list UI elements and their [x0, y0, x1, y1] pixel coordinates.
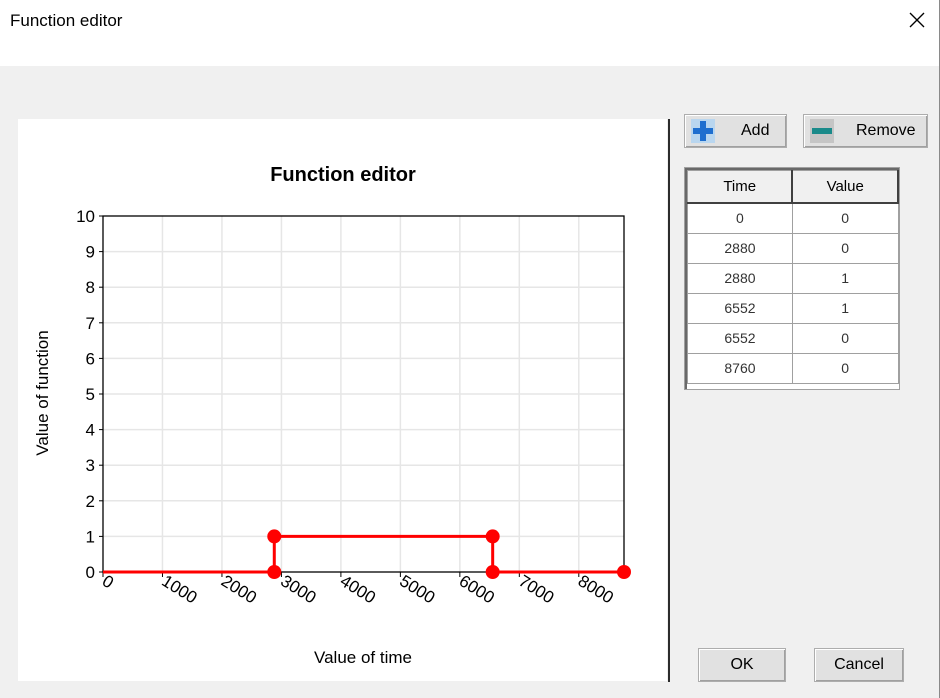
table-row[interactable]: 8760 0 — [687, 352, 899, 384]
panel-divider — [668, 119, 670, 682]
time-cell[interactable]: 2880 — [687, 232, 793, 264]
value-cell[interactable]: 0 — [791, 352, 899, 384]
y-tick-label: 2 — [86, 492, 95, 511]
cancel-button-label: Cancel — [834, 656, 884, 673]
column-header-value[interactable]: Value — [791, 170, 899, 204]
data-point — [485, 565, 500, 579]
function-chart: Function editor Value of time Value of f… — [33, 164, 631, 667]
header-strip — [0, 42, 940, 66]
value-cell[interactable]: 1 — [791, 262, 899, 294]
cancel-button[interactable]: Cancel — [814, 648, 904, 682]
x-tick-label: 2000 — [218, 571, 260, 607]
x-tick-label: 8000 — [575, 571, 617, 607]
data-point — [617, 565, 631, 579]
column-header-time[interactable]: Time — [687, 170, 794, 204]
y-tick-label: 4 — [86, 421, 95, 440]
close-icon — [909, 12, 925, 28]
time-cell[interactable]: 8760 — [687, 352, 793, 384]
title-bar: Function editor — [0, 0, 940, 42]
chart-axes — [99, 215, 625, 577]
chart-grid — [103, 216, 624, 572]
y-tick-label: 0 — [86, 563, 95, 582]
y-tick-label: 5 — [86, 385, 95, 404]
x-tick-labels: 0 1000 2000 3000 4000 5000 6000 7000 8000 — [99, 571, 617, 607]
value-cell[interactable]: 0 — [791, 322, 899, 354]
x-tick-label: 7000 — [515, 571, 557, 607]
remove-button[interactable]: Remove — [803, 114, 928, 148]
table-row[interactable]: 6552 0 — [687, 322, 899, 354]
series-line — [103, 534, 624, 574]
ok-button-label: OK — [730, 656, 754, 673]
y-tick-label: 9 — [86, 243, 95, 262]
y-tick-label: 8 — [86, 278, 95, 297]
data-point — [267, 565, 282, 579]
table-row[interactable]: 0 0 — [687, 202, 899, 234]
chart-title: Function editor — [270, 164, 416, 186]
table-row[interactable]: 6552 1 — [687, 292, 899, 324]
x-tick-label: 4000 — [337, 571, 379, 607]
chart-panel: Function editor Value of time Value of f… — [18, 119, 667, 681]
table-row[interactable]: 2880 1 — [687, 262, 899, 294]
value-cell[interactable]: 1 — [791, 292, 899, 324]
y-tick-label: 7 — [86, 314, 95, 333]
value-cell[interactable]: 0 — [791, 202, 899, 234]
time-cell[interactable]: 6552 — [687, 292, 793, 324]
value-cell[interactable]: 0 — [791, 232, 899, 264]
data-point — [267, 529, 282, 544]
time-cell[interactable]: 0 — [687, 202, 793, 234]
y-tick-label: 3 — [86, 456, 95, 475]
x-tick-label: 5000 — [396, 571, 438, 607]
x-tick-label: 3000 — [277, 571, 319, 607]
window-title: Function editor — [10, 11, 123, 30]
time-cell[interactable]: 2880 — [687, 262, 793, 294]
y-tick-label: 6 — [86, 349, 95, 368]
time-cell[interactable]: 6552 — [687, 322, 793, 354]
add-button[interactable]: Add — [684, 114, 787, 148]
plus-icon — [691, 119, 715, 143]
ok-button[interactable]: OK — [698, 648, 786, 682]
x-axis-label: Value of time — [314, 648, 412, 667]
data-grid[interactable]: Time Value 0 0 2880 0 2880 1 6552 1 6552 — [684, 167, 900, 390]
x-tick-label: 1000 — [158, 571, 200, 607]
table-row[interactable]: 2880 0 — [687, 232, 899, 264]
close-button[interactable] — [894, 0, 940, 40]
x-tick-label: 0 — [99, 571, 117, 592]
y-tick-label: 10 — [76, 207, 95, 226]
data-point — [485, 529, 500, 544]
y-tick-labels: 0 1 2 3 4 5 6 7 8 9 10 — [76, 207, 95, 582]
minus-icon — [810, 119, 834, 143]
y-axis-label: Value of function — [33, 330, 52, 455]
remove-button-label: Remove — [856, 122, 916, 139]
y-tick-label: 1 — [86, 527, 95, 546]
add-button-label: Add — [741, 122, 770, 139]
